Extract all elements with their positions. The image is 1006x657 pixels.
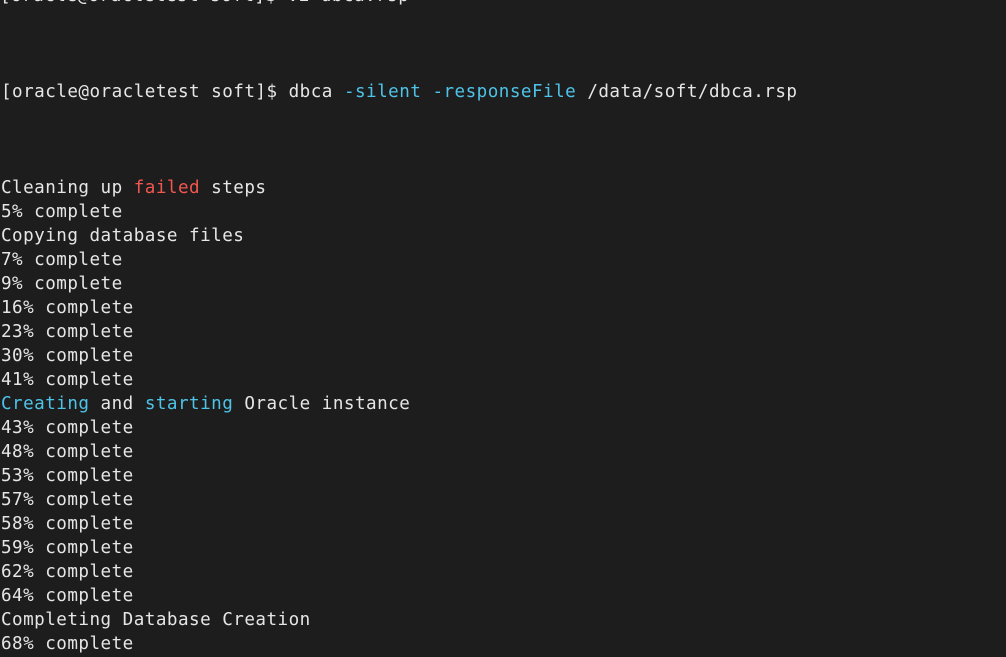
output-line-progress-7: 7% complete	[0, 248, 1006, 272]
output-segment: 68% complete	[1, 634, 134, 654]
scrollback-partial-text: [oracle@oracletest soft]$ vi dbca.rsp	[0, 0, 409, 6]
output-line-creating-starting-oracle-instance: Creating and starting Oracle instance	[0, 392, 1006, 416]
output-line-cleaning-up-failed-steps: Cleaning up failed steps	[0, 176, 1006, 200]
output-segment: Oracle instance	[233, 394, 411, 414]
scrollback-partial-line: [oracle@oracletest soft]$ vi dbca.rsp	[0, 0, 1006, 8]
terminal-output: [oracle@oracletest soft]$ dbca -silent -…	[0, 8, 1006, 657]
output-line-progress-64: 64% complete	[0, 584, 1006, 608]
command-name: dbca	[288, 82, 333, 102]
output-line-progress-5: 5% complete	[0, 200, 1006, 224]
output-line-progress-48: 48% complete	[0, 440, 1006, 464]
output-segment: 7% complete	[1, 250, 123, 270]
output-segment: 59% complete	[1, 538, 134, 558]
output-line-progress-16: 16% complete	[0, 296, 1006, 320]
output-line-list: Cleaning up failed steps 5% complete Copyi…	[0, 176, 1006, 657]
space-3	[576, 82, 587, 102]
output-segment: starting	[144, 394, 234, 414]
output-line-progress-62: 62% complete	[0, 560, 1006, 584]
output-line-completing-database-creation: Completing Database Creation	[0, 608, 1006, 632]
output-line-progress-53: 53% complete	[0, 464, 1006, 488]
output-segment: failed	[133, 178, 201, 198]
output-segment: Completing Database Creation	[1, 610, 311, 630]
output-line-progress-68: 68% complete	[0, 632, 1006, 656]
output-segment: Copying database files	[1, 226, 245, 246]
output-line-progress-41: 41% complete	[0, 368, 1006, 392]
output-segment: 23% complete	[1, 322, 134, 342]
output-line-progress-9: 9% complete	[0, 272, 1006, 296]
output-segment: 43% complete	[1, 418, 134, 438]
output-segment: Creating	[1, 394, 90, 414]
terminal-window[interactable]: [oracle@oracletest soft]$ vi dbca.rsp [o…	[0, 0, 1006, 657]
space-2	[421, 82, 432, 102]
command-arg-response-file-path: /data/soft/dbca.rsp	[587, 82, 798, 102]
output-segment: 53% complete	[1, 466, 134, 486]
output-line-progress-57: 57% complete	[0, 488, 1006, 512]
output-line-progress-59: 59% complete	[0, 536, 1006, 560]
output-segment: and	[89, 394, 145, 414]
output-segment: 64% complete	[1, 586, 134, 606]
output-segment: 57% complete	[1, 490, 134, 510]
space-1	[333, 82, 344, 102]
shell-prompt: [oracle@oracletest soft]$	[1, 82, 289, 102]
output-line-progress-58: 58% complete	[0, 512, 1006, 536]
output-segment: 5% complete	[1, 202, 123, 222]
output-segment: 16% complete	[1, 298, 134, 318]
command-prompt-line[interactable]: [oracle@oracletest soft]$ dbca -silent -…	[0, 80, 1006, 104]
command-flag-response-file: -responseFile	[432, 82, 577, 102]
output-line-copying-database-files: Copying database files	[0, 224, 1006, 248]
output-segment: 58% complete	[1, 514, 134, 534]
output-segment: 48% complete	[1, 442, 134, 462]
output-line-progress-30: 30% complete	[0, 344, 1006, 368]
output-segment: 9% complete	[1, 274, 123, 294]
output-line-progress-43: 43% complete	[0, 416, 1006, 440]
output-segment: steps	[200, 178, 267, 198]
output-segment: Cleaning up	[1, 178, 134, 198]
output-line-progress-23: 23% complete	[0, 320, 1006, 344]
output-segment: 30% complete	[1, 346, 134, 366]
output-segment: 41% complete	[1, 370, 134, 390]
output-segment: 62% complete	[1, 562, 134, 582]
command-flag-silent: -silent	[343, 82, 422, 102]
